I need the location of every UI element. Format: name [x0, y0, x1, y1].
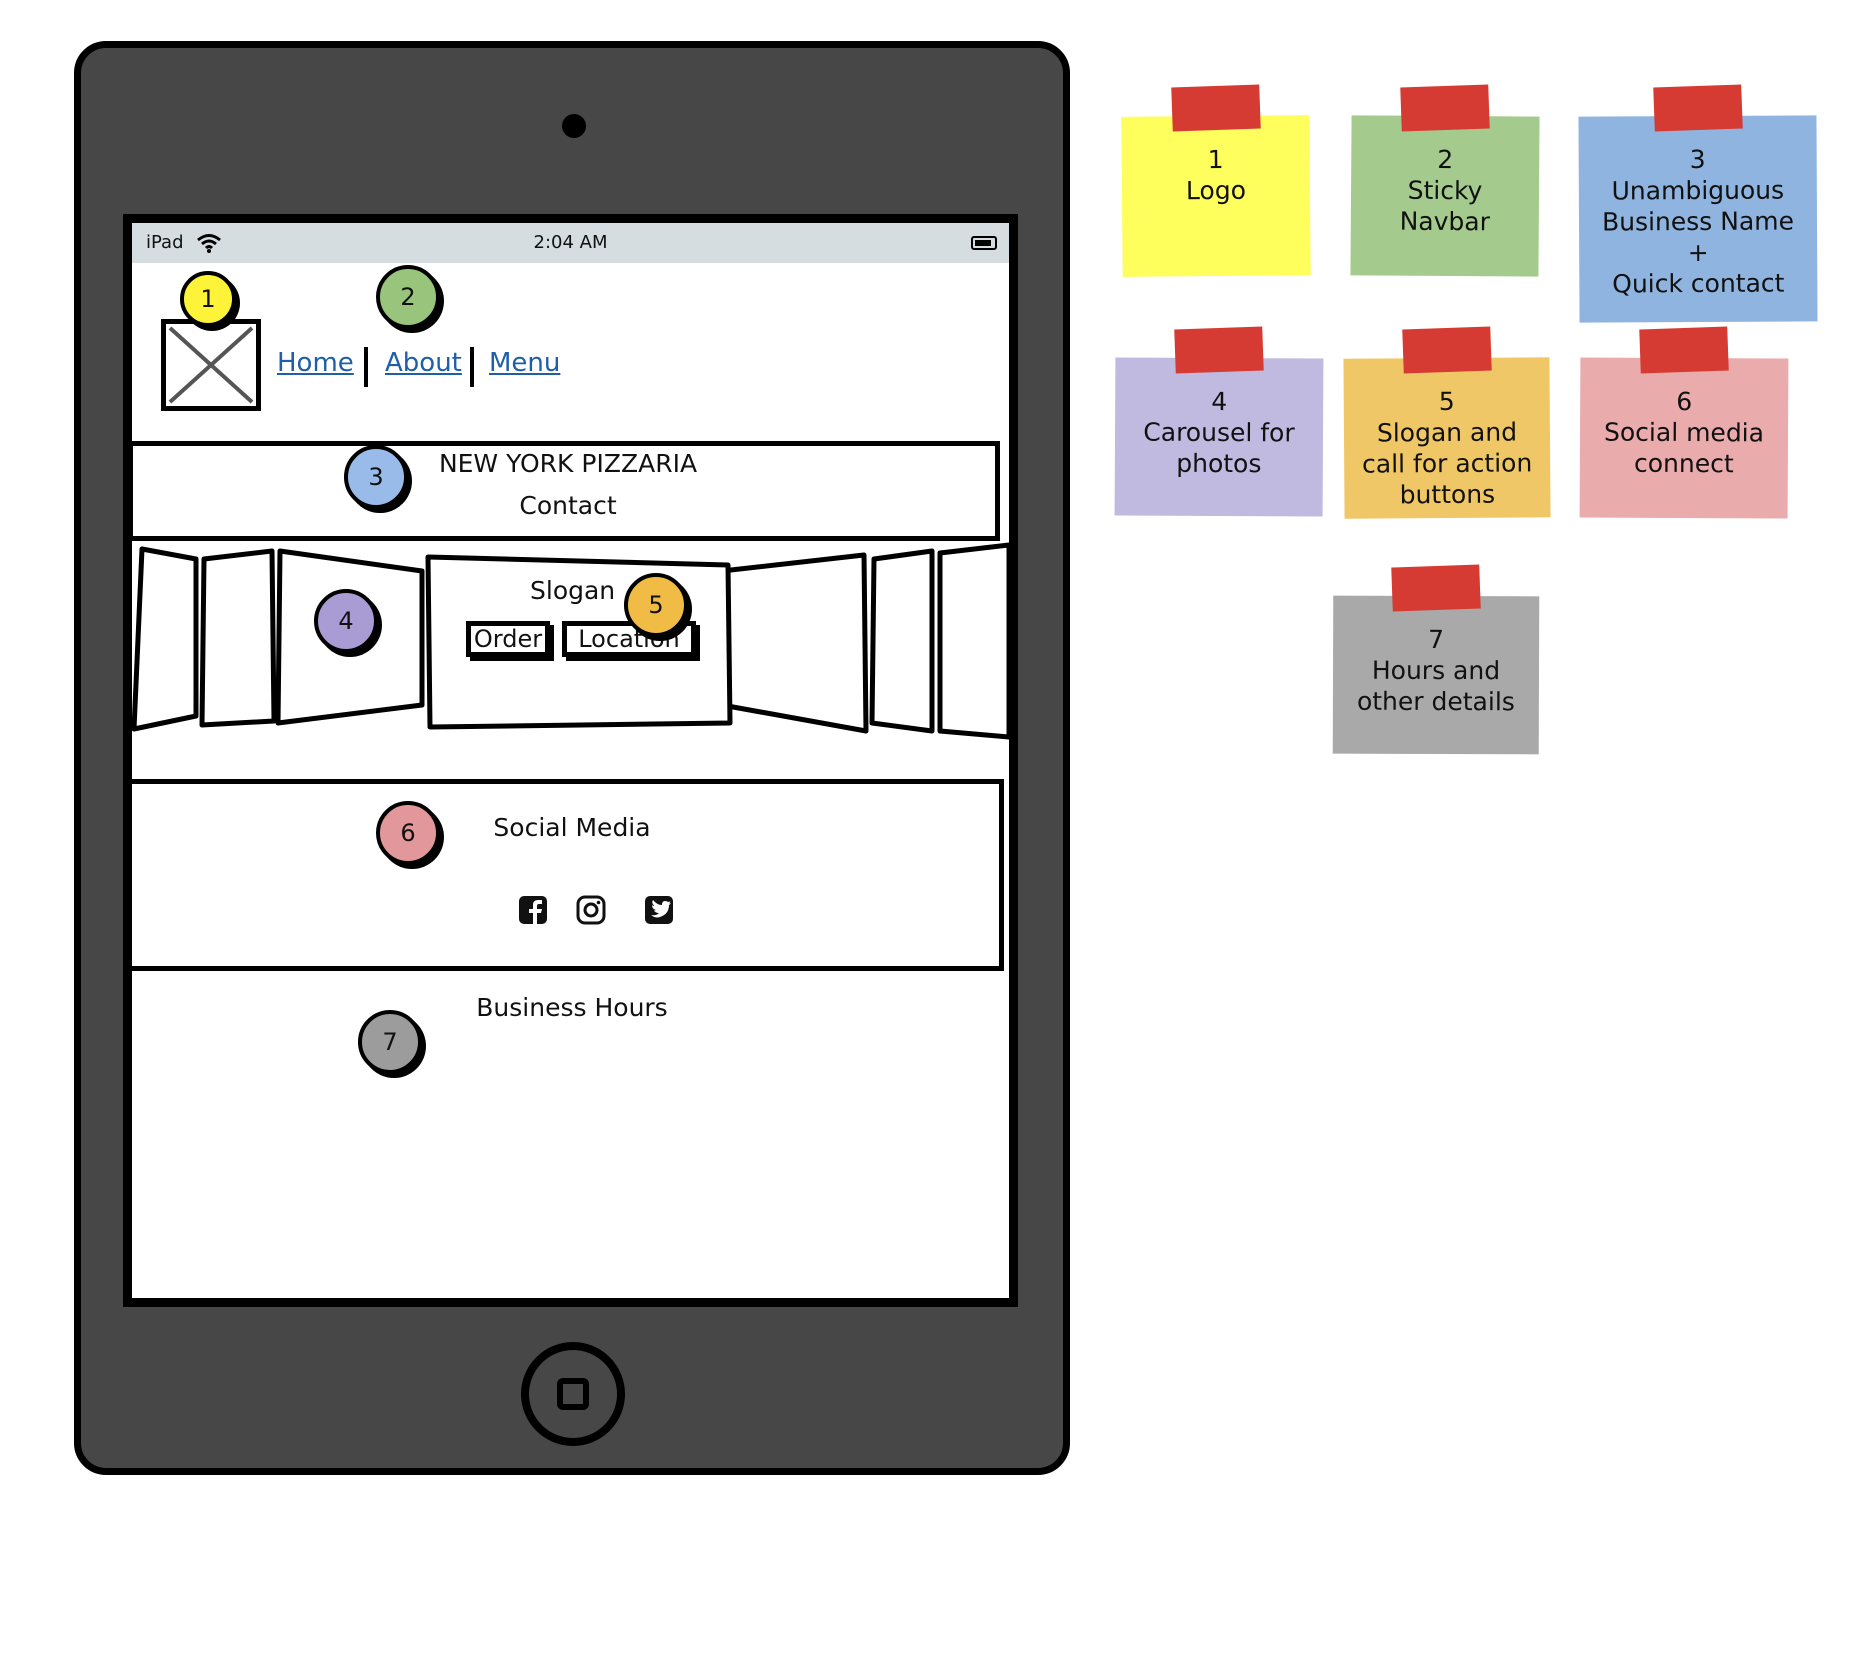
- sticky-note-text: call for action: [1361, 448, 1533, 479]
- nav-home-link[interactable]: Home: [277, 348, 354, 378]
- home-square-icon: [557, 1378, 589, 1410]
- sticky-note-text: Carousel for: [1143, 417, 1295, 448]
- instagram-icon[interactable]: [576, 895, 606, 925]
- status-bar: iPad 2:04 AM: [132, 223, 1009, 263]
- nav-divider: [364, 347, 368, 387]
- nav-divider: [470, 347, 474, 387]
- annotation-badge-6: 6: [376, 801, 440, 865]
- tape-strip: [1171, 84, 1261, 132]
- battery-fill: [975, 240, 991, 246]
- tape-strip: [1639, 326, 1729, 374]
- social-media-title: Social Media: [493, 813, 651, 842]
- sticky-note-text: Social media: [1603, 417, 1765, 448]
- facebook-icon[interactable]: [518, 895, 548, 925]
- camera-dot: [562, 114, 586, 138]
- sticky-note-text: +: [1687, 237, 1709, 268]
- slogan-text: Slogan: [530, 576, 616, 605]
- business-hours-title: Business Hours: [476, 993, 668, 1022]
- sticky-note-text: connect: [1633, 448, 1734, 479]
- sticky-note-text: buttons: [1399, 479, 1496, 510]
- social-media-box: [132, 779, 1004, 971]
- tape-strip: [1391, 564, 1481, 612]
- order-button[interactable]: Order: [466, 621, 550, 657]
- sticky-note-number: 3: [1689, 144, 1706, 175]
- nav-menu-link[interactable]: Menu: [489, 348, 560, 378]
- sticky-note-5: 5 Slogan and call for action buttons: [1343, 357, 1551, 519]
- sticky-note-text: other details: [1356, 686, 1515, 717]
- annotation-badge-1: 1: [180, 271, 236, 327]
- sticky-note-number: 2: [1437, 144, 1454, 175]
- annotation-badge-5: 5: [624, 573, 688, 637]
- twitter-icon[interactable]: [644, 895, 674, 925]
- carousel-slide[interactable]: [937, 542, 1009, 740]
- sticky-note-text: Business Name: [1601, 206, 1795, 237]
- tape-strip: [1174, 326, 1264, 374]
- sticky-note-6: 6 Social media connect: [1579, 357, 1789, 519]
- sticky-note-text: Quick contact: [1612, 268, 1785, 299]
- logo-placeholder[interactable]: [161, 319, 261, 411]
- sticky-note-7: 7 Hours and other details: [1332, 595, 1540, 755]
- sticky-note-number: 7: [1428, 624, 1445, 655]
- sticky-note-text: Navbar: [1399, 206, 1491, 237]
- sticky-note-text: photos: [1176, 448, 1262, 479]
- sticky-note-text: Unambiguous: [1611, 175, 1785, 206]
- sticky-note-4: 4 Carousel for photos: [1114, 357, 1324, 517]
- annotation-badge-2: 2: [376, 265, 440, 329]
- nav-about-link[interactable]: About: [385, 348, 462, 378]
- annotation-badge-4: 4: [314, 589, 378, 653]
- carousel-slide[interactable]: [132, 546, 199, 732]
- sticky-note-text: Slogan and: [1376, 417, 1518, 448]
- carousel-slide[interactable]: [869, 548, 935, 734]
- sticky-note-number: 5: [1438, 386, 1455, 417]
- carousel-slide[interactable]: [719, 552, 869, 734]
- sticky-note-2: 2 Sticky Navbar: [1350, 115, 1540, 277]
- sticky-note-text: Logo: [1185, 175, 1247, 206]
- tape-strip: [1400, 84, 1490, 132]
- battery-icon: [971, 236, 997, 250]
- status-time: 2:04 AM: [533, 232, 608, 253]
- carousel-slide[interactable]: [199, 548, 277, 728]
- sticky-note-number: 1: [1207, 144, 1224, 175]
- sticky-note-number: 6: [1676, 386, 1693, 417]
- home-hardware-button[interactable]: [521, 1342, 625, 1446]
- business-name: NEW YORK PIZZARIA: [438, 449, 698, 478]
- contact-link[interactable]: Contact: [132, 491, 1004, 520]
- sticky-note-text: Sticky: [1407, 175, 1483, 206]
- annotation-badge-3: 3: [344, 445, 408, 509]
- sticky-note-number: 4: [1211, 386, 1228, 417]
- annotation-badge-7: 7: [358, 1010, 422, 1074]
- sticky-note-3: 3 Unambiguous Business Name + Quick contact: [1578, 115, 1818, 323]
- tape-strip: [1653, 84, 1743, 132]
- image-placeholder-icon: [168, 326, 254, 404]
- sticky-note-text: Hours and: [1371, 655, 1501, 686]
- sticky-note-1: 1 Logo: [1121, 115, 1311, 277]
- device-screen: iPad 2:04 AM Home About Menu NEW YORK PI…: [123, 214, 1018, 1307]
- tape-strip: [1402, 326, 1492, 374]
